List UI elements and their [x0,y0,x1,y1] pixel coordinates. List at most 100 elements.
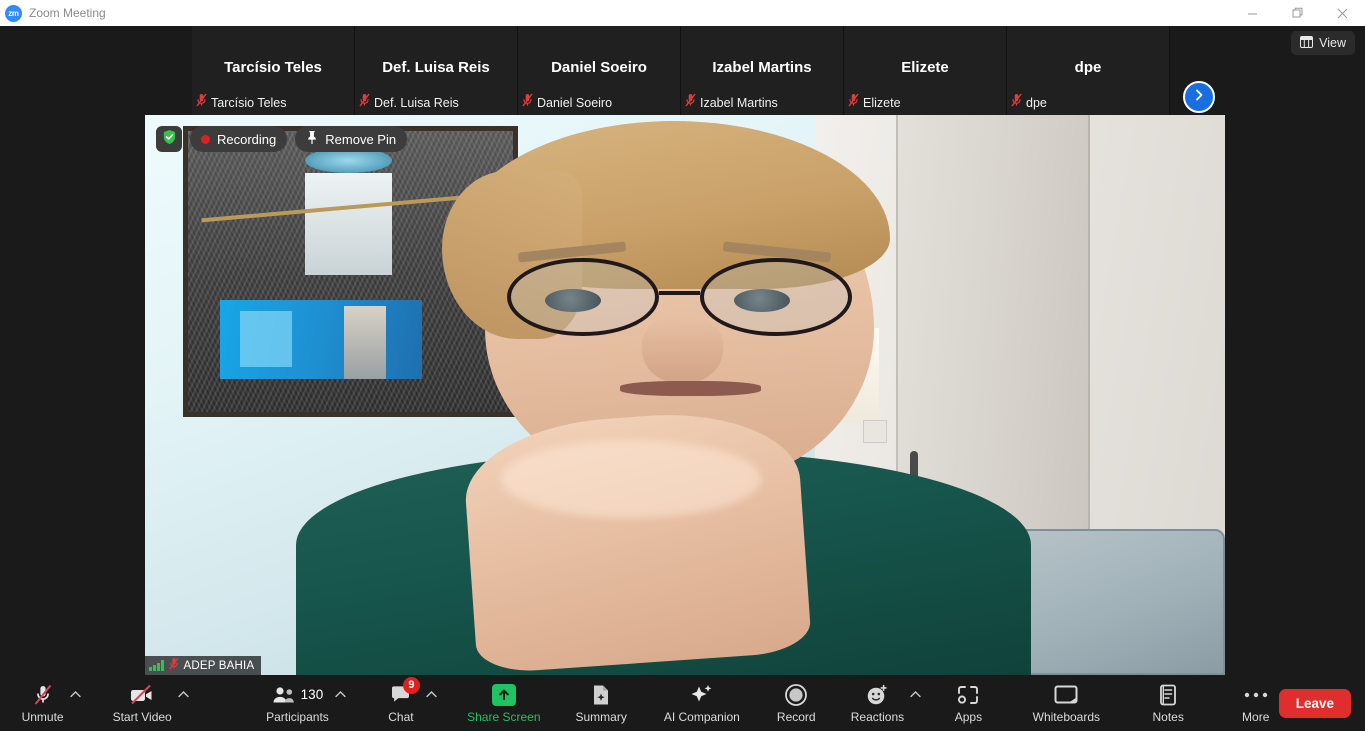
shield-check-icon [162,129,177,150]
participants-options-caret[interactable] [332,675,348,731]
participant-thumbnail[interactable]: Def. Luisa Reis Def. Luisa Reis [355,26,518,115]
participant-thumbnail[interactable]: dpe dpe [1007,26,1170,115]
summary-label: Summary [575,709,627,724]
more-button[interactable]: More [1233,675,1279,731]
recording-indicator[interactable]: Recording [190,126,288,152]
participants-label: Participants [266,709,329,724]
participants-count: 130 [300,687,324,702]
participant-name-badge: Daniel Soeiro [522,93,612,112]
notes-button[interactable]: Notes [1145,675,1191,731]
meeting-stage: Recording Remove Pin ADEP BAHIA [0,115,1365,675]
participant-thumbnail[interactable]: Elizete Elizete [844,26,1007,115]
participant-name-badge: Elizete [848,93,901,112]
video-options-caret[interactable] [175,675,191,731]
ellipsis-icon [1243,683,1269,707]
window-controls [1230,0,1365,26]
whiteboard-icon [1053,683,1079,707]
glasses-lens-left [506,257,659,337]
glasses-lens-right [700,257,853,337]
chat-button[interactable]: 9 Chat [378,675,424,731]
view-button-label: View [1319,36,1346,50]
view-button[interactable]: View [1291,31,1355,55]
person-nose [641,316,723,384]
chat-label: Chat [388,709,414,724]
chat-unread-badge: 9 [402,676,420,694]
summary-button[interactable]: Summary [572,675,631,731]
maximize-button[interactable] [1275,0,1320,26]
mic-muted-icon [685,93,696,112]
mic-muted-icon [168,657,179,675]
unmute-button[interactable]: Unmute [18,675,68,731]
chat-options-caret[interactable] [424,675,440,731]
participant-thumbnail[interactable]: Izabel Martins Izabel Martins [681,26,844,115]
mic-muted-icon [1011,93,1022,112]
chevron-right-icon [1192,88,1206,107]
notes-icon [1157,683,1179,707]
start-video-button[interactable]: Start Video [109,675,176,731]
person-mouth [620,381,761,396]
share-screen-button[interactable]: Share Screen [464,675,545,731]
video-off-icon [129,683,155,707]
participant-thumbnail-strip: Tarcísio Teles Tarcísio Teles Def. Luisa… [192,26,1170,115]
participant-display-name: dpe [1074,59,1102,76]
participant-name-badge: dpe [1011,93,1047,112]
top-strip: View Tarcísio Teles Tarcísio Teles Def. … [0,26,1365,115]
mic-muted-icon [522,93,533,112]
whiteboards-label: Whiteboards [1032,709,1101,724]
share-screen-label: Share Screen [467,709,541,724]
ai-companion-button[interactable]: AI Companion [660,675,743,731]
window-title: Zoom Meeting [29,6,106,20]
unmute-label: Unmute [21,709,64,724]
participant-name-badge: Tarcísio Teles [196,93,287,112]
record-button[interactable]: Record [773,675,819,731]
start-video-label: Start Video [112,709,172,724]
participant-badge-label: dpe [1026,95,1047,110]
active-speaker-name-badge: ADEP BAHIA [145,656,262,675]
mic-muted-icon [196,93,207,112]
participant-name-badge: Izabel Martins [685,93,778,112]
participant-display-name: Elizete [901,59,949,76]
stage-overlay-controls: Recording Remove Pin [156,126,408,152]
participant-badge-label: Def. Luisa Reis [374,95,459,110]
participant-badge-label: Tarcísio Teles [211,95,287,110]
chat-icon: 9 [390,676,420,707]
participants-button[interactable]: 130 Participants [262,675,332,731]
window-titlebar: zm Zoom Meeting [0,0,1365,26]
encryption-status-button[interactable] [156,126,182,152]
audio-options-caret[interactable] [67,675,83,731]
whiteboards-button[interactable]: Whiteboards [1029,675,1104,731]
meeting-toolbar: Unmute Start Video 130 Participants 9 Ch… [0,675,1365,731]
mic-muted-icon [359,93,370,112]
ai-companion-label: AI Companion [663,709,740,724]
participant-name-badge: Def. Luisa Reis [359,93,459,112]
apps-button[interactable]: Apps [945,675,991,731]
participant-display-name: Def. Luisa Reis [382,59,490,76]
reactions-icon [865,683,889,707]
leave-button[interactable]: Leave [1278,688,1351,718]
recording-dot-icon [201,134,210,144]
record-label: Record [776,709,816,724]
participant-thumbnail[interactable]: Daniel Soeiro Daniel Soeiro [518,26,681,115]
person-hands-highlight [501,439,761,519]
next-page-button[interactable] [1183,81,1215,113]
participant-thumbnail[interactable]: Tarcísio Teles Tarcísio Teles [192,26,355,115]
summary-icon [590,683,612,707]
zoom-meeting-window: zm Zoom Meeting View Tarcísio Teles Tarc… [0,0,1365,731]
participant-badge-label: Daniel Soeiro [537,95,613,110]
remove-pin-button[interactable]: Remove Pin [295,126,408,152]
participant-display-name: Daniel Soeiro [551,59,647,76]
more-label: More [1242,709,1270,724]
participant-display-name: Tarcísio Teles [224,59,322,76]
reactions-button[interactable]: Reactions [847,675,908,731]
minimize-button[interactable] [1230,0,1275,26]
zoom-logo-icon: zm [5,4,22,22]
reactions-label: Reactions [850,709,905,724]
record-icon [784,683,808,707]
close-button[interactable] [1320,0,1365,26]
reactions-options-caret[interactable] [908,675,924,731]
active-speaker-video[interactable]: Recording Remove Pin ADEP BAHIA [145,115,1225,675]
participant-display-name: Izabel Martins [712,59,812,76]
grid-view-icon [1300,35,1314,51]
sparkles-icon [689,683,715,707]
remove-pin-label: Remove Pin [325,131,397,147]
